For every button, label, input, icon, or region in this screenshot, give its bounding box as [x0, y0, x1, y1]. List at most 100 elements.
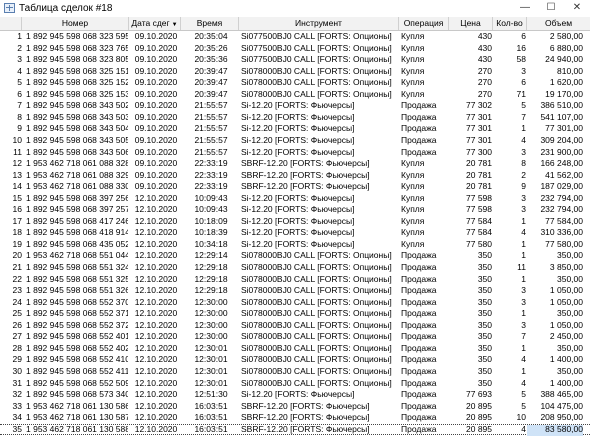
deal-volume: 350,00: [557, 250, 583, 261]
table-row[interactable]: 8 1 892 945 598 068 343 503 09.10.2020 21:5…: [0, 112, 590, 123]
table-row[interactable]: 11 1 892 945 598 068 343 506 09.10.2020 21:…: [0, 147, 590, 158]
deal-volume: 166 248,00: [540, 158, 583, 169]
deal-price: 20 895: [466, 400, 492, 411]
deal-date: 12.10.2020: [134, 204, 178, 215]
deal-instrument: Si078000BJ0 CALL [FORTS: Опционы]: [241, 250, 392, 261]
table-row[interactable]: 1 1 892 945 598 068 323 595 09.10.2020 20:3…: [0, 31, 590, 42]
table-row[interactable]: 13 1 953 462 718 061 088 329 09.10.2020 22:…: [0, 170, 590, 181]
row-index: 7: [17, 100, 22, 111]
deal-time: 12:30:00: [194, 319, 228, 330]
table-row[interactable]: 23 1 892 945 598 068 551 326 12.10.2020 12:…: [0, 285, 590, 296]
deal-instrument: SBRF-12.20 [FORTS: Фьючерсы]: [241, 424, 370, 434]
header-index[interactable]: [0, 17, 22, 30]
deal-date: 09.10.2020: [134, 42, 178, 53]
deal-volume: 350,00: [557, 273, 583, 284]
deal-date: 09.10.2020: [134, 88, 178, 99]
table-row[interactable]: 21 1 892 945 598 068 551 324 12.10.2020 12:…: [0, 262, 590, 273]
table-row[interactable]: 16 1 892 945 598 068 397 257 12.10.2020 10:…: [0, 204, 590, 215]
row-index: 31: [12, 377, 22, 388]
deal-qty: 1: [521, 238, 526, 249]
deal-volume: 2 450,00: [549, 331, 583, 342]
deal-operation: Продажа: [401, 342, 437, 353]
deal-price: 270: [477, 88, 492, 99]
table-row[interactable]: 5 1 892 945 598 068 325 152 09.10.2020 20:3…: [0, 77, 590, 88]
table-row[interactable]: 10 1 892 945 598 068 343 505 09.10.2020 21:…: [0, 135, 590, 146]
table-row[interactable]: 9 1 892 945 598 068 343 504 09.10.2020 21:5…: [0, 123, 590, 134]
row-index: 34: [12, 412, 22, 423]
table-row[interactable]: 4 1 892 945 598 068 325 151 09.10.2020 20:3…: [0, 66, 590, 77]
deal-instrument: Si-12.20 [FORTS: Фьючерсы]: [241, 192, 355, 203]
row-index: 10: [12, 134, 22, 145]
table-row[interactable]: 31 1 892 945 598 068 552 509 12.10.2020 12:…: [0, 378, 590, 389]
table-row[interactable]: 17 1 892 945 598 068 417 246 12.10.2020 10:…: [0, 216, 590, 227]
deal-volume: 77 580,00: [545, 238, 583, 249]
deal-operation: Купля: [401, 192, 425, 203]
table-row[interactable]: 14 1 953 462 718 061 088 330 09.10.2020 22:…: [0, 181, 590, 192]
deal-qty: 8: [521, 158, 526, 169]
table-row[interactable]: 35 1 953 462 718 061 130 588 12.10.2020 16:…: [0, 423, 590, 436]
deal-date: 12.10.2020: [134, 192, 178, 203]
table-row[interactable]: 30 1 892 945 598 068 552 411 12.10.2020 12:…: [0, 366, 590, 377]
deal-qty: 3: [521, 204, 526, 215]
table-row[interactable]: 28 1 892 945 598 068 552 402 12.10.2020 12:…: [0, 343, 590, 354]
deal-time: 22:33:19: [194, 169, 228, 180]
deal-time: 12:30:01: [194, 342, 228, 353]
header-time[interactable]: Время: [181, 17, 239, 30]
deal-time: 12:30:00: [194, 296, 228, 307]
header-volume[interactable]: Объем: [527, 17, 590, 30]
deal-number: 1 892 945 598 068 323 765: [26, 42, 128, 53]
table-row[interactable]: 34 1 953 462 718 061 130 587 12.10.2020 16:…: [0, 412, 590, 423]
table-row[interactable]: 22 1 892 945 598 068 551 325 12.10.2020 12:…: [0, 274, 590, 285]
table-row[interactable]: 20 1 953 462 718 068 551 044 12.10.2020 12:…: [0, 250, 590, 261]
table-row[interactable]: 27 1 892 945 598 068 552 401 12.10.2020 12:…: [0, 331, 590, 342]
row-index: 17: [12, 215, 22, 226]
row-index: 28: [12, 342, 22, 353]
deal-instrument: Si078000BJ0 CALL [FORTS: Опционы]: [241, 77, 392, 88]
deal-operation: Продажа: [401, 424, 437, 434]
minimize-button[interactable]: —: [512, 0, 538, 16]
table-row[interactable]: 32 1 892 945 598 068 573 340 12.10.2020 12:…: [0, 389, 590, 400]
header-qty[interactable]: Кол-во: [493, 17, 527, 30]
table-row[interactable]: 33 1 953 462 718 061 130 586 12.10.2020 16:…: [0, 401, 590, 412]
close-button[interactable]: ✕: [564, 0, 590, 16]
deal-price: 20 781: [466, 181, 492, 192]
deal-time: 12:29:14: [194, 250, 228, 261]
table-row[interactable]: 18 1 892 945 598 068 418 914 12.10.2020 10:…: [0, 227, 590, 238]
table-row[interactable]: 29 1 892 945 598 068 552 410 12.10.2020 12:…: [0, 354, 590, 365]
table-row[interactable]: 26 1 892 945 598 068 552 372 12.10.2020 12:…: [0, 320, 590, 331]
table-header: Номер Дата сдег ▼ Время Инструмент Операц…: [0, 17, 590, 31]
deal-time: 21:55:57: [194, 111, 228, 122]
table-row[interactable]: 2 1 892 945 598 068 323 765 09.10.2020 20:3…: [0, 43, 590, 54]
header-price[interactable]: Цена: [449, 17, 493, 30]
header-instrument[interactable]: Инструмент: [239, 17, 399, 30]
deal-date: 12.10.2020: [134, 412, 178, 423]
row-index: 16: [12, 204, 22, 215]
deal-price: 77 301: [466, 134, 492, 145]
table-row[interactable]: 15 1 892 945 598 068 397 256 12.10.2020 10:…: [0, 193, 590, 204]
header-date[interactable]: Дата сдег ▼: [129, 17, 181, 30]
row-index: 8: [17, 111, 22, 122]
deal-volume: 1 050,00: [549, 285, 583, 296]
header-operation[interactable]: Операция: [399, 17, 449, 30]
table-row[interactable]: 24 1 892 945 598 068 552 370 12.10.2020 12:…: [0, 297, 590, 308]
deal-price: 350: [477, 331, 492, 342]
deal-qty: 5: [521, 100, 526, 111]
deal-number: 1 953 462 718 061 130 587: [26, 412, 128, 423]
deal-price: 77 584: [466, 227, 492, 238]
deal-time: 20:39:47: [194, 65, 228, 76]
deal-volume: 309 204,00: [540, 134, 583, 145]
deal-volume: 810,00: [557, 65, 583, 76]
window-title: Таблица сделок #18: [19, 3, 113, 14]
deal-qty: 3: [521, 319, 526, 330]
table-row[interactable]: 12 1 953 462 718 061 088 328 09.10.2020 22:…: [0, 158, 590, 169]
table-row[interactable]: 6 1 892 945 598 068 325 153 09.10.2020 20:3…: [0, 89, 590, 100]
deal-date: 12.10.2020: [134, 250, 178, 261]
table-row[interactable]: 3 1 892 945 598 068 323 805 09.10.2020 20:3…: [0, 54, 590, 65]
table-row[interactable]: 19 1 892 945 598 068 435 052 12.10.2020 10:…: [0, 239, 590, 250]
header-number[interactable]: Номер: [22, 17, 129, 30]
maximize-button[interactable]: ☐: [538, 0, 564, 16]
deal-time: 20:35:36: [194, 54, 228, 65]
table-row[interactable]: 25 1 892 945 598 068 552 371 12.10.2020 12:…: [0, 308, 590, 319]
deal-qty: 4: [521, 354, 526, 365]
table-row[interactable]: 7 1 892 945 598 068 343 502 09.10.2020 21:5…: [0, 100, 590, 111]
